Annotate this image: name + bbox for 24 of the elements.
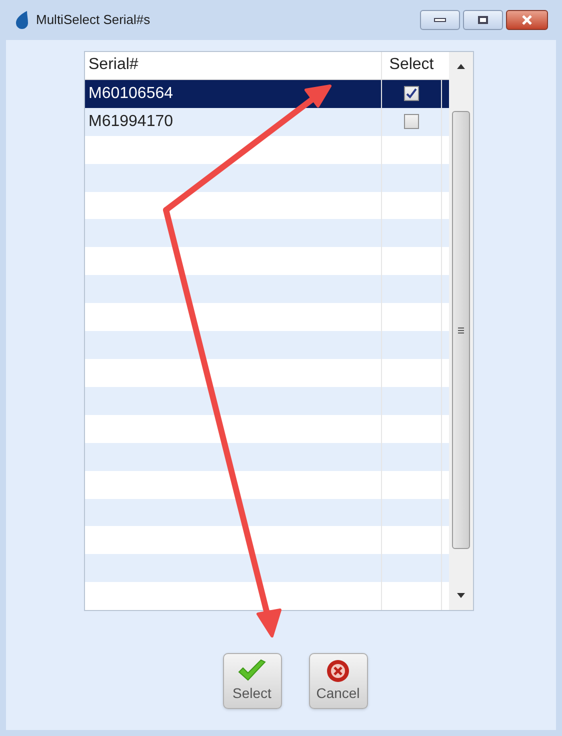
- table-row[interactable]: M61994170: [84, 108, 448, 136]
- maximize-button[interactable]: [463, 10, 503, 30]
- checkbox[interactable]: [404, 114, 418, 130]
- minimize-icon: [434, 18, 446, 22]
- checkmark-icon: [237, 659, 267, 683]
- check-icon: [406, 88, 416, 100]
- column-header[interactable]: Select: [382, 52, 442, 79]
- checkbox[interactable]: [404, 86, 418, 102]
- scrollbar[interactable]: [448, 52, 472, 610]
- scroll-thumb[interactable]: [452, 111, 470, 549]
- scroll-down-icon: [456, 593, 464, 598]
- cancel-button[interactable]: Cancel: [308, 653, 368, 709]
- cancel-icon: [326, 659, 350, 683]
- minimize-button[interactable]: [420, 10, 460, 30]
- scroll-up-icon: [456, 64, 464, 69]
- close-icon: [522, 15, 532, 25]
- close-button[interactable]: [506, 10, 548, 30]
- select-button[interactable]: Select: [222, 653, 282, 709]
- table-row[interactable]: M60106564: [84, 80, 448, 108]
- maximize-icon: [478, 16, 488, 24]
- grip-icon: [458, 326, 464, 334]
- window-title: MultiSelect Serial#s: [36, 11, 150, 30]
- drop-icon: [14, 10, 30, 30]
- column-header[interactable]: Serial#: [84, 52, 382, 79]
